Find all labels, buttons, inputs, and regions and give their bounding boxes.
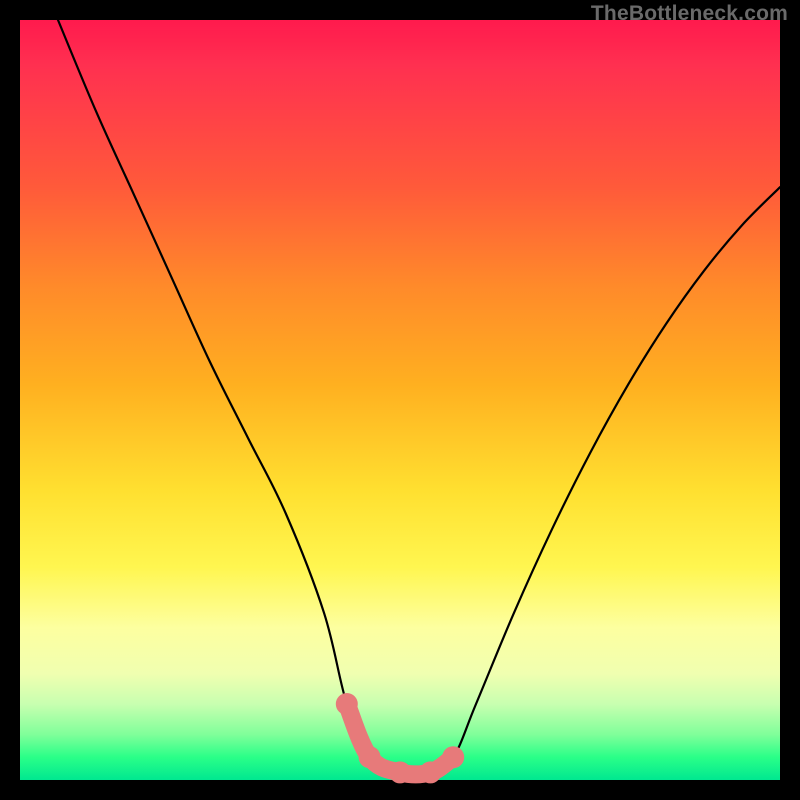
watermark-text: TheBottleneck.com xyxy=(591,2,788,26)
chart-frame: TheBottleneck.com xyxy=(0,0,800,800)
highlight-dot xyxy=(359,746,381,768)
main-curve xyxy=(58,20,780,774)
highlight-dot xyxy=(336,693,358,715)
highlight-dot xyxy=(389,761,411,783)
highlight-dot xyxy=(442,746,464,768)
highlight-dot xyxy=(419,761,441,783)
curve-svg xyxy=(20,20,780,780)
highlight-segment xyxy=(336,693,464,783)
plot-area xyxy=(20,20,780,780)
